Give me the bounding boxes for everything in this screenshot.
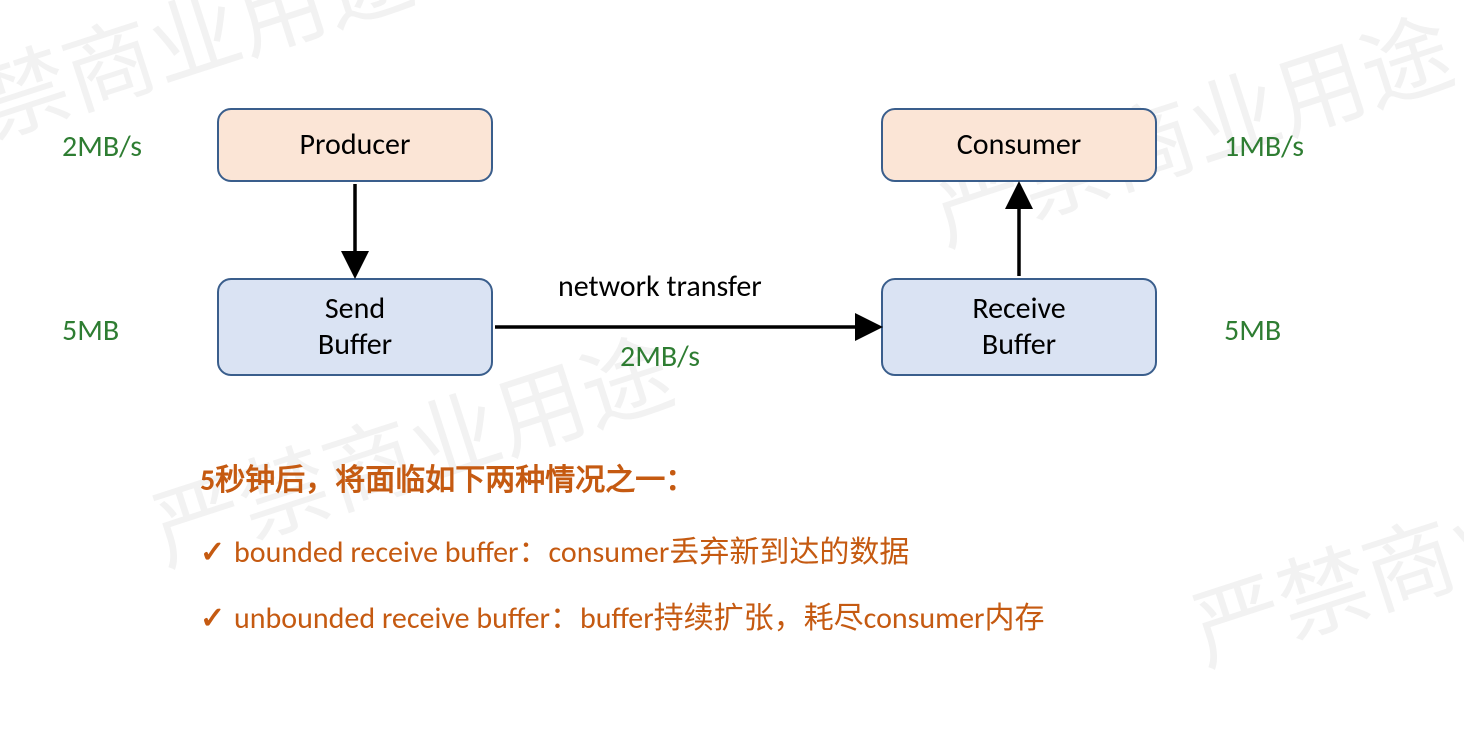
check-icon: ✓: [200, 598, 234, 640]
notes-item-1: ✓ bounded receive buffer：consumer丢弃新到达的数…: [200, 532, 1045, 574]
send-buffer-box: Send Buffer: [217, 278, 493, 376]
receive-buffer-line2: Buffer: [982, 327, 1056, 363]
consumer-box: Consumer: [881, 108, 1157, 182]
check-icon: ✓: [200, 532, 234, 574]
network-rate-label: 2MB/s: [620, 338, 700, 375]
recv-buffer-size-label: 5MB: [1224, 312, 1281, 349]
send-buffer-size-label: 5MB: [62, 312, 119, 349]
producer-box: Producer: [217, 108, 493, 182]
send-buffer-line1: Send: [325, 291, 385, 327]
consumer-rate-label: 1MB/s: [1224, 128, 1304, 165]
receive-buffer-line1: Receive: [972, 291, 1065, 327]
notes-item-2: ✓ unbounded receive buffer：buffer持续扩张，耗尽…: [200, 598, 1045, 640]
notes-block: 5秒钟后，将面临如下两种情况之一： ✓ bounded receive buff…: [200, 460, 1045, 664]
notes-item-2-text: unbounded receive buffer：buffer持续扩张，耗尽co…: [234, 598, 1045, 640]
watermark-text: 严禁商业用途: [1173, 400, 1464, 691]
send-buffer-line2: Buffer: [318, 327, 392, 363]
producer-rate-label: 2MB/s: [62, 128, 142, 165]
consumer-box-label: Consumer: [957, 127, 1081, 163]
network-transfer-label: network transfer: [558, 268, 762, 305]
receive-buffer-box: Receive Buffer: [881, 278, 1157, 376]
notes-heading: 5秒钟后，将面临如下两种情况之一：: [200, 460, 1045, 502]
producer-box-label: Producer: [300, 127, 411, 163]
notes-item-1-text: bounded receive buffer：consumer丢弃新到达的数据: [234, 532, 909, 574]
